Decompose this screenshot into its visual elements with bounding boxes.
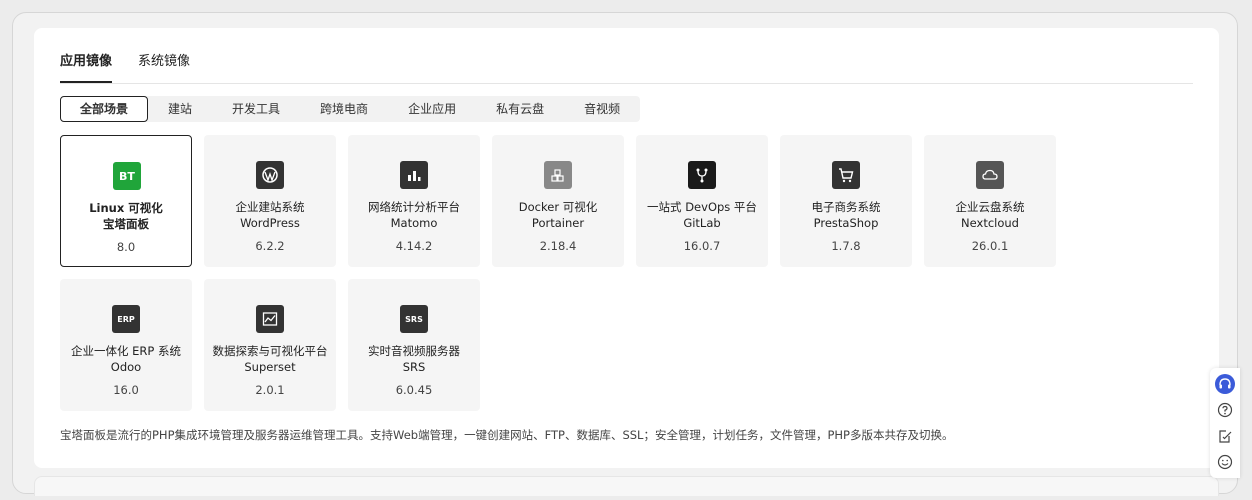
smile-icon[interactable] [1215, 452, 1235, 472]
app-name: Docker 可视化 Portainer [518, 200, 598, 230]
image-selector-card: 应用镜像 系统镜像 全部场景 建站 开发工具 跨境电商 企业应用 私有云盘 音视… [34, 28, 1219, 468]
app-version: 16.0.7 [683, 239, 721, 253]
app-description: 宝塔面板是流行的PHP集成环境管理及服务器运维管理工具。支持Web端管理，一键创… [60, 428, 954, 442]
dashboard-chart-icon [256, 305, 284, 333]
app-version: 6.0.45 [395, 383, 433, 397]
app-name: 网络统计分析平台 Matomo [368, 200, 460, 230]
app-version: 16.0 [113, 383, 139, 397]
app-card-prestashop[interactable]: 电子商务系统 PrestaShop 1.7.8 [780, 135, 912, 267]
app-card-nextcloud[interactable]: 企业云盘系统 Nextcloud 26.0.1 [924, 135, 1056, 267]
scene-filter-bar: 全部场景 建站 开发工具 跨境电商 企业应用 私有云盘 音视频 [60, 96, 641, 122]
app-card-odoo[interactable]: ERP 企业一体化 ERP 系统 Odoo 16.0 [60, 279, 192, 411]
filter-enterprise-apps[interactable]: 企业应用 [388, 96, 476, 122]
erp-icon: ERP [112, 305, 140, 333]
app-name: 实时音视频服务器 SRS [368, 344, 460, 374]
next-section-strip [34, 476, 1219, 496]
filter-cross-border-ecommerce[interactable]: 跨境电商 [300, 96, 388, 122]
cart-icon [832, 161, 860, 189]
app-version: 4.14.2 [395, 239, 433, 253]
app-version: 1.7.8 [831, 239, 861, 253]
filter-dev-tools[interactable]: 开发工具 [212, 96, 300, 122]
cubes-icon [544, 161, 572, 189]
app-name: 企业一体化 ERP 系统 Odoo [70, 344, 181, 374]
filter-private-cloud-disk[interactable]: 私有云盘 [476, 96, 564, 122]
bar-chart-icon [400, 161, 428, 189]
bt-logo-icon: BT [113, 162, 141, 190]
app-name: 企业建站系统 WordPress [235, 200, 305, 230]
app-card-gitlab[interactable]: 一站式 DevOps 平台 GitLab 16.0.7 [636, 135, 768, 267]
app-name: Linux 可视化 宝塔面板 [89, 201, 163, 231]
app-name: 一站式 DevOps 平台 GitLab [647, 200, 757, 230]
wordpress-icon [256, 161, 284, 189]
filter-all-scenes[interactable]: 全部场景 [60, 96, 149, 122]
app-name: 电子商务系统 PrestaShop [811, 200, 881, 230]
app-card-superset[interactable]: 数据探索与可视化平台 Superset 2.0.1 [204, 279, 336, 411]
app-version: 2.18.4 [539, 239, 577, 253]
tab-system-images[interactable]: 系统镜像 [138, 52, 190, 83]
app-version: 6.2.2 [255, 239, 285, 253]
app-card-bt-panel[interactable]: BT Linux 可视化 宝塔面板 8.0 [60, 135, 192, 267]
help-circle-icon[interactable] [1215, 400, 1235, 420]
headset-support-icon[interactable] [1215, 374, 1235, 394]
app-card-wordpress[interactable]: 企业建站系统 WordPress 6.2.2 [204, 135, 336, 267]
app-name: 企业云盘系统 Nextcloud [955, 200, 1025, 230]
app-version: 2.0.1 [255, 383, 285, 397]
app-name: 数据探索与可视化平台 Superset [212, 344, 328, 374]
image-type-tabs: 应用镜像 系统镜像 [60, 52, 1193, 84]
cloud-icon [976, 161, 1004, 189]
floating-toolbar [1210, 368, 1240, 478]
tab-app-images[interactable]: 应用镜像 [60, 52, 113, 83]
app-version: 26.0.1 [971, 239, 1009, 253]
app-card-portainer[interactable]: Docker 可视化 Portainer 2.18.4 [492, 135, 624, 267]
app-card-srs[interactable]: SRS 实时音视频服务器 SRS 6.0.45 [348, 279, 480, 411]
app-card-matomo[interactable]: 网络统计分析平台 Matomo 4.14.2 [348, 135, 480, 267]
app-version: 8.0 [116, 240, 136, 254]
fork-icon [688, 161, 716, 189]
srs-icon: SRS [400, 305, 428, 333]
filter-audio-video[interactable]: 音视频 [564, 96, 640, 122]
feedback-edit-icon[interactable] [1215, 426, 1235, 446]
filter-website[interactable]: 建站 [148, 96, 212, 122]
